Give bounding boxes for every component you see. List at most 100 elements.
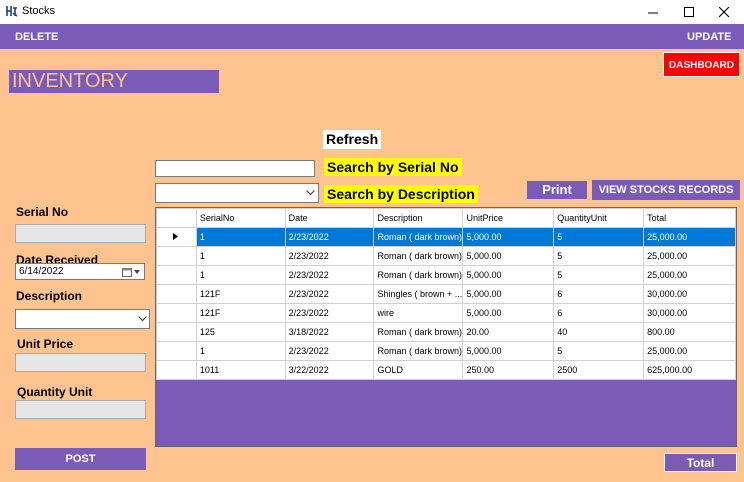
cell-date[interactable]: 2/23/2022 [284,341,375,361]
cell-date[interactable]: 3/22/2022 [284,360,375,380]
cell-date[interactable]: 2/23/2022 [284,227,375,247]
table-row[interactable]: 1 2/23/2022 Roman ( dark brown) 5,000.00 5 25… [156,227,736,247]
table-row[interactable]: 121F 2/23/2022 Shingles ( brown + ... 5,000… [156,284,736,304]
view-stocks-records-button[interactable]: VIEW STOCKS RECORDS [592,180,740,200]
refresh-button[interactable]: Refresh [323,130,382,149]
search-description-label: Search by Description [324,185,478,203]
cell-unitprice[interactable]: 5,000.00 [462,246,555,266]
description-label: Description [16,289,83,303]
maximize-icon [683,6,694,17]
cell-description[interactable]: Roman ( dark brown) [373,341,464,361]
table-row[interactable]: 1 2/23/2022 Roman ( dark brown) 5,000.00 5 25… [156,265,736,285]
cell-quantityunit[interactable]: 5 [553,246,645,266]
maximize-button[interactable] [672,0,706,24]
cell-unitprice[interactable]: 5,000.00 [462,303,555,323]
date-received-picker[interactable]: 6/14/2022 [15,263,145,280]
table-row[interactable]: 1 2/23/2022 Roman ( dark brown) 5,000.00 5 25… [156,341,736,361]
cell-quantityunit[interactable]: 5 [553,341,645,361]
cell-description[interactable]: GOLD [373,360,464,380]
serial-no-input[interactable] [15,224,146,243]
total-button[interactable]: Total [664,453,737,472]
cell-total[interactable]: 25,000.00 [643,341,736,361]
row-header[interactable] [156,265,197,285]
current-row-arrow-icon [173,233,179,240]
minimize-icon [647,12,658,13]
cell-quantityunit[interactable]: 5 [553,227,645,247]
cell-serialno[interactable]: 1011 [195,360,286,380]
cell-description[interactable]: Roman ( dark brown) [373,322,464,342]
cell-unitprice[interactable]: 5,000.00 [462,284,555,304]
column-header-serialno[interactable]: SerialNo [195,208,286,228]
row-header[interactable] [156,341,197,361]
cell-unitprice[interactable]: 5,000.00 [462,227,555,247]
cell-description[interactable]: Shingles ( brown + ... [373,284,464,304]
cell-quantityunit[interactable]: 5 [553,265,645,285]
row-header[interactable] [156,303,197,323]
cell-serialno[interactable]: 1 [195,227,286,247]
row-header[interactable] [156,360,197,380]
cell-serialno[interactable]: 1 [195,341,286,361]
search-serial-input[interactable] [155,160,315,177]
quantity-unit-input[interactable] [15,400,146,419]
print-button[interactable]: Print [527,181,587,199]
cell-date[interactable]: 3/18/2022 [284,322,375,342]
row-header[interactable] [156,227,197,247]
cell-total[interactable]: 25,000.00 [643,227,736,247]
cell-description[interactable]: Roman ( dark brown) [373,227,464,247]
column-header-total[interactable]: Total [643,208,736,228]
cell-description[interactable]: Roman ( dark brown) [373,265,464,285]
table-row[interactable]: 1011 3/22/2022 GOLD 250.00 2500 625,000.00 [156,360,736,380]
search-description-dropdown[interactable] [155,183,319,203]
row-header[interactable] [156,284,197,304]
row-header[interactable] [156,322,197,342]
cell-date[interactable]: 2/23/2022 [284,265,375,285]
cell-unitprice[interactable]: 5,000.00 [462,341,555,361]
close-icon [718,6,729,17]
cell-quantityunit[interactable]: 40 [553,322,645,342]
column-header-quantityunit[interactable]: QuantityUnit [553,208,645,228]
stocks-data-grid[interactable]: SerialNo Date Description UnitPrice Quan… [155,207,737,447]
unit-price-input[interactable] [15,353,146,372]
update-menu-item[interactable]: UPDATE [687,31,731,43]
cell-unitprice[interactable]: 250.00 [462,360,555,380]
close-button[interactable] [707,0,741,24]
cell-serialno[interactable]: 121F [195,303,286,323]
delete-menu-item[interactable]: DELETE [15,31,58,43]
cell-date[interactable]: 2/23/2022 [284,284,375,304]
column-header-unitprice[interactable]: UnitPrice [462,208,555,228]
cell-unitprice[interactable]: 5,000.00 [462,265,555,285]
post-button[interactable]: POST [15,448,146,470]
cell-quantityunit[interactable]: 6 [553,284,645,304]
cell-serialno[interactable]: 1 [195,265,286,285]
cell-serialno[interactable]: 125 [195,322,286,342]
date-received-value: 6/14/2022 [19,266,64,277]
description-dropdown[interactable] [15,309,150,329]
cell-total[interactable]: 30,000.00 [643,303,736,323]
table-row[interactable]: 121F 2/23/2022 wire 5,000.00 6 30,000.00 [156,303,736,323]
table-header-row: SerialNo Date Description UnitPrice Quan… [156,208,736,228]
cell-description[interactable]: Roman ( dark brown) [373,246,464,266]
table-row[interactable]: 125 3/18/2022 Roman ( dark brown) 20.00 40 80… [156,322,736,342]
cell-serialno[interactable]: 1 [195,246,286,266]
cell-total[interactable]: 25,000.00 [643,265,736,285]
cell-total[interactable]: 25,000.00 [643,246,736,266]
cell-total[interactable]: 625,000.00 [643,360,736,380]
minimize-button[interactable] [636,0,670,24]
cell-total[interactable]: 800.00 [643,322,736,342]
menu-bar: DELETE UPDATE [0,24,744,49]
row-header-corner [156,208,197,228]
cell-date[interactable]: 2/23/2022 [284,303,375,323]
table-row[interactable]: 1 2/23/2022 Roman ( dark brown) 5,000.00 5 25… [156,246,736,266]
column-header-date[interactable]: Date [284,208,375,228]
row-header[interactable] [156,246,197,266]
column-header-description[interactable]: Description [373,208,464,228]
cell-date[interactable]: 2/23/2022 [284,246,375,266]
title-bar: Stocks [0,0,744,24]
cell-total[interactable]: 30,000.00 [643,284,736,304]
cell-quantityunit[interactable]: 6 [553,303,645,323]
cell-quantityunit[interactable]: 2500 [553,360,645,380]
cell-unitprice[interactable]: 20.00 [462,322,555,342]
cell-description[interactable]: wire [373,303,464,323]
cell-serialno[interactable]: 121F [195,284,286,304]
dashboard-button[interactable]: DASHBOARD [663,52,740,77]
